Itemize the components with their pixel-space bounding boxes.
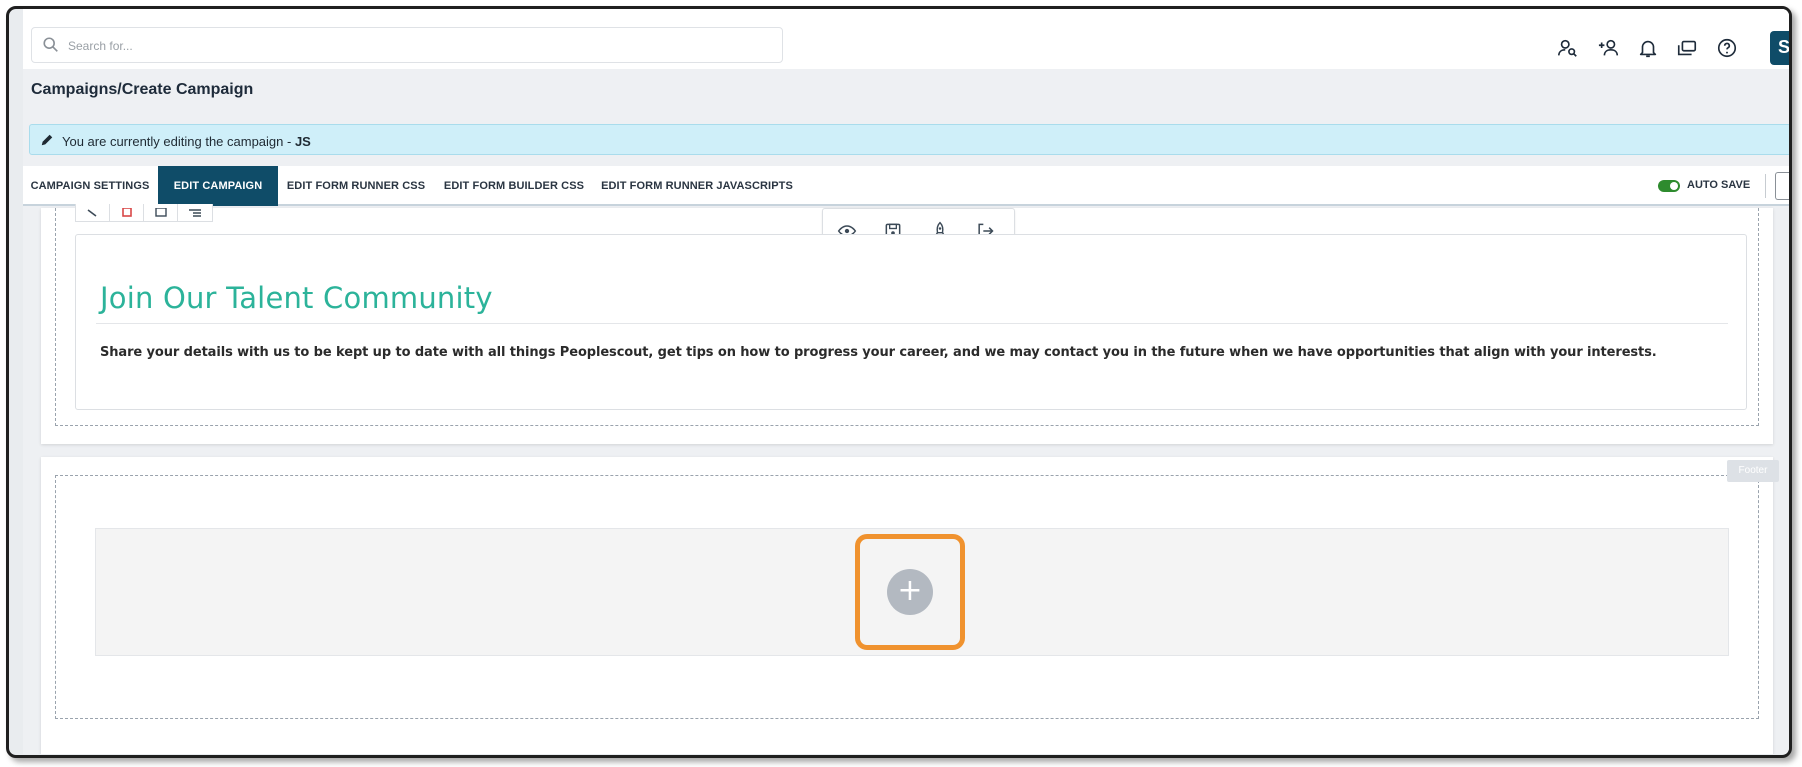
heading-divider (96, 323, 1728, 324)
intro-text-block[interactable]: Join Our Talent Community Share your det… (75, 234, 1747, 410)
search-icon (43, 37, 58, 52)
list-icon[interactable] (178, 204, 212, 222)
add-element-button[interactable]: + (887, 569, 933, 615)
tab-edit-form-builder-css[interactable]: EDIT FORM BUILDER CSS (435, 166, 593, 206)
top-bar: Search for... S (23, 9, 1789, 69)
user-search-icon[interactable] (1556, 36, 1580, 60)
autosave-toggle[interactable] (1658, 180, 1680, 192)
campaign-name: JS (294, 134, 311, 149)
tab-bar: CAMPAIGN SETTINGS EDIT CAMPAIGN EDIT FOR… (23, 166, 1789, 206)
avatar[interactable]: S (1770, 31, 1789, 65)
screenshot-frame: Search for... S Campaigns/Create Campaig… (6, 6, 1792, 758)
section-heading: Join Our Talent Community (100, 281, 493, 315)
breadcrumb: Campaigns/Create Campaign (31, 81, 254, 98)
section-mini-toolbar (75, 204, 213, 222)
help-icon[interactable] (1715, 36, 1739, 60)
search-placeholder: Search for... (68, 39, 133, 53)
pencil-icon (41, 134, 53, 146)
search-input[interactable]: Search for... (31, 27, 783, 63)
delete-icon[interactable] (110, 204, 144, 222)
tab-edit-campaign[interactable]: EDIT CAMPAIGN (158, 166, 278, 206)
section-description: Share your details with us to be kept up… (100, 345, 1657, 360)
bell-icon[interactable] (1636, 36, 1660, 60)
tab-edit-form-runner-javascripts[interactable]: EDIT FORM RUNNER JAVASCRIPTS (597, 166, 797, 206)
tab-campaign-settings[interactable]: CAMPAIGN SETTINGS (25, 166, 155, 206)
overflow-button[interactable] (1775, 172, 1789, 200)
app-window: Search for... S Campaigns/Create Campaig… (23, 9, 1789, 754)
banner-text: You are currently editing the campaign -… (62, 134, 311, 149)
add-user-icon[interactable] (1597, 36, 1621, 60)
footer-tag: Footer (1727, 460, 1779, 482)
share-icon[interactable] (76, 204, 110, 222)
divider (1765, 174, 1766, 198)
autosave-label: AUTO SAVE (1687, 179, 1751, 191)
editing-banner: You are currently editing the campaign -… (29, 124, 1789, 155)
duplicate-icon[interactable] (144, 204, 178, 222)
tab-edit-form-runner-css[interactable]: EDIT FORM RUNNER CSS (281, 166, 431, 206)
windows-icon[interactable] (1675, 36, 1699, 60)
banner-message: You are currently editing the campaign - (62, 134, 295, 149)
